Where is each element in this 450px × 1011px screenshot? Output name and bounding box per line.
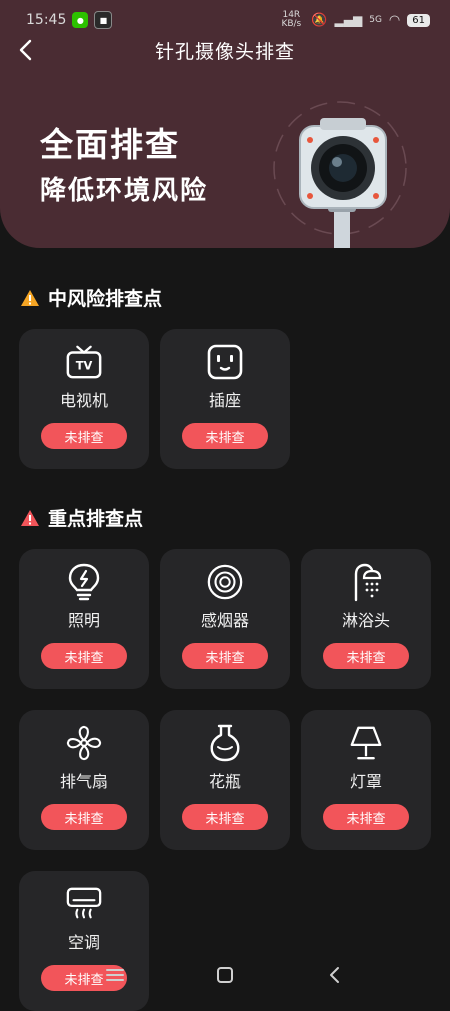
card-label: 灯罩 [349, 772, 382, 791]
square-icon [217, 967, 233, 983]
check-card-lampshade[interactable]: 灯罩 未排查 [301, 710, 431, 850]
card-label: 照明 [67, 611, 100, 630]
check-card-smoke-detector[interactable]: 感烟器 未排查 [160, 549, 290, 689]
svg-text:TV: TV [76, 359, 93, 373]
card-label: 花瓶 [208, 772, 241, 791]
status-button[interactable]: 未排查 [41, 643, 127, 669]
tv-icon: TV [65, 343, 103, 381]
signal-icon: ▂▄▆ [334, 13, 363, 27]
card-label: 淋浴头 [341, 611, 390, 630]
card-label: 排气扇 [59, 772, 108, 791]
chevron-left-icon [19, 39, 32, 61]
navigation-bar: 针孔摄像头排查 [0, 30, 450, 70]
recent-apps-button[interactable] [95, 955, 135, 995]
shower-icon [347, 563, 385, 602]
status-button[interactable]: 未排查 [323, 643, 409, 669]
fan-icon [65, 724, 103, 762]
status-button[interactable]: 未排查 [182, 423, 268, 449]
check-card-tv[interactable]: TV 电视机 未排查 [19, 329, 149, 469]
card-label: 感烟器 [200, 611, 249, 630]
back-button[interactable] [8, 32, 44, 68]
mute-icon: 🔕 [311, 12, 328, 28]
lampshade-icon [347, 724, 385, 762]
battery-level: 61 [407, 13, 430, 27]
net-speed: 14R KB/s [281, 10, 302, 29]
menu-lines-icon [106, 969, 124, 981]
medium-risk-grid: TV 电视机 未排查 插座 未排查 [19, 329, 431, 469]
status-button[interactable]: 未排查 [41, 804, 127, 830]
page-title: 针孔摄像头排查 [154, 40, 295, 63]
card-label: 电视机 [59, 391, 108, 410]
smoke-detector-icon [206, 563, 244, 601]
section-title: 中风险排查点 [48, 288, 163, 310]
status-button[interactable]: 未排查 [182, 643, 268, 669]
status-button[interactable]: 未排查 [182, 804, 268, 830]
lightbulb-icon [65, 563, 103, 601]
wifi-icon: ◠ [388, 12, 401, 28]
warning-icon [21, 289, 39, 306]
check-card-vase[interactable]: 花瓶 未排查 [160, 710, 290, 850]
camera-illustration-icon [273, 101, 407, 248]
check-card-lighting[interactable]: 照明 未排查 [19, 549, 149, 689]
card-label: 插座 [208, 391, 241, 410]
system-back-button[interactable] [315, 955, 355, 995]
section-title: 重点排查点 [48, 508, 144, 530]
warning-icon [21, 509, 39, 526]
status-button[interactable]: 未排查 [323, 804, 409, 830]
chevron-left-icon [330, 967, 339, 983]
hero-title: 全面排查 [40, 125, 180, 164]
check-card-exhaust-fan[interactable]: 排气扇 未排查 [19, 710, 149, 850]
key-risk-grid: 照明 未排查 感烟器 未排查 淋浴头 未排查 排气扇 未排查 花瓶 未排查 灯罩… [19, 549, 431, 1011]
home-button[interactable] [205, 955, 245, 995]
section-medium-risk: 中风险排查点 [20, 284, 162, 311]
section-key-risk: 重点排查点 [20, 504, 143, 531]
check-card-socket[interactable]: 插座 未排查 [160, 329, 290, 469]
network-type: 5G [369, 15, 382, 25]
system-navigation-bar [0, 950, 450, 1000]
wechat-icon: ● [72, 12, 89, 28]
socket-icon [206, 343, 244, 381]
status-time: 15:45 [26, 12, 67, 28]
air-conditioner-icon [65, 885, 103, 923]
check-card-shower[interactable]: 淋浴头 未排查 [301, 549, 431, 689]
vase-icon [206, 724, 244, 762]
status-button[interactable]: 未排查 [41, 423, 127, 449]
hero-subtitle: 降低环境风险 [40, 176, 209, 206]
app-notification-icon: ■ [94, 11, 113, 29]
